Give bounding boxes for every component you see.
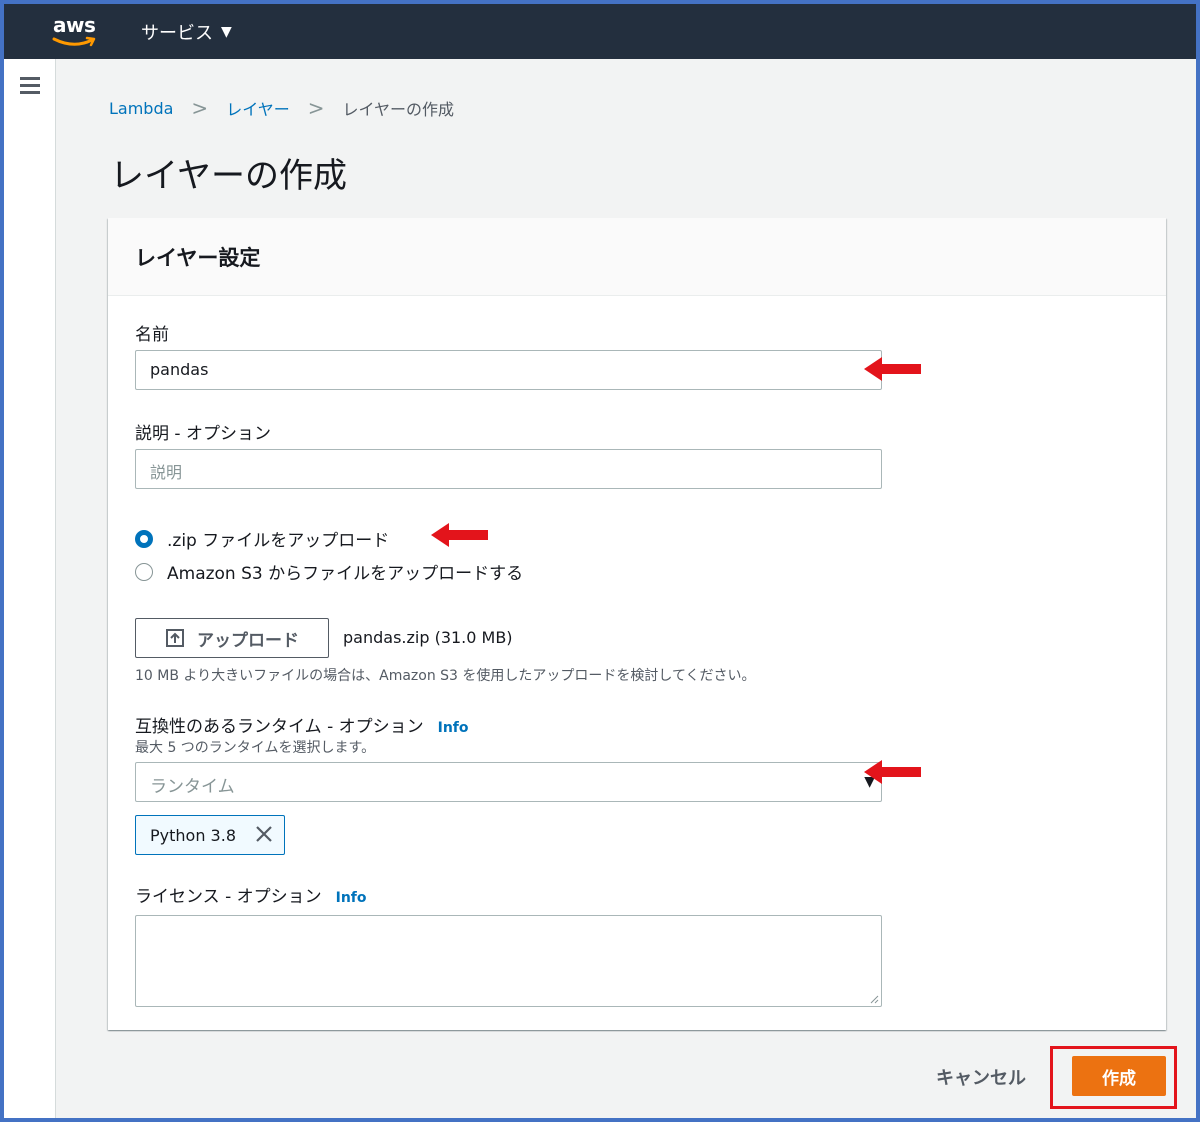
radio-upload-s3[interactable]: Amazon S3 からファイルをアップロードする bbox=[135, 559, 523, 584]
aws-smile-icon bbox=[52, 36, 96, 47]
page-title: レイヤーの作成 bbox=[110, 156, 347, 196]
close-icon[interactable] bbox=[254, 824, 274, 844]
radio-selected-icon bbox=[135, 529, 153, 548]
runtimes-info-link[interactable]: Info bbox=[438, 720, 469, 736]
radio-upload-zip[interactable]: .zip ファイルをアップロード bbox=[135, 526, 389, 551]
license-label-row: ライセンス - オプション Info bbox=[135, 882, 367, 907]
annotation-arrow-icon bbox=[431, 523, 488, 547]
annotation-arrow-icon bbox=[864, 760, 921, 784]
caret-down-icon: ▼ bbox=[221, 24, 232, 40]
aws-logo-text: aws bbox=[53, 13, 96, 37]
aws-logo[interactable]: aws bbox=[52, 13, 102, 51]
upload-hint: 10 MB より大きいファイルの場合は、Amazon S3 を使用したアップロー… bbox=[135, 668, 756, 684]
panel-title: レイヤー設定 bbox=[135, 246, 261, 270]
upload-icon bbox=[166, 629, 184, 647]
upload-button-label: アップロード bbox=[197, 630, 299, 651]
radio-unselected-icon bbox=[135, 562, 153, 581]
runtime-token-label: Python 3.8 bbox=[150, 825, 236, 845]
description-label: 説明 - オプション bbox=[135, 424, 271, 444]
panel-header: レイヤー設定 bbox=[108, 218, 1166, 296]
breadcrumb-lambda[interactable]: Lambda bbox=[109, 99, 173, 118]
menu-icon[interactable] bbox=[20, 77, 40, 94]
runtime-token: Python 3.8 bbox=[135, 815, 285, 855]
breadcrumb-current: レイヤーの作成 bbox=[342, 100, 455, 119]
create-button[interactable]: 作成 bbox=[1072, 1056, 1166, 1096]
runtimes-label: 互換性のあるランタイム - オプション bbox=[135, 717, 424, 737]
cancel-button[interactable]: キャンセル bbox=[936, 1064, 1026, 1090]
description-input[interactable]: 説明 bbox=[135, 449, 882, 489]
name-label: 名前 bbox=[135, 325, 169, 345]
breadcrumb: Lambda > レイヤー > レイヤーの作成 bbox=[109, 96, 454, 120]
license-textarea[interactable] bbox=[135, 915, 882, 1007]
license-info-link[interactable]: Info bbox=[336, 890, 367, 906]
radio-upload-s3-label: Amazon S3 からファイルをアップロードする bbox=[167, 564, 524, 584]
screenshot-frame: aws サービス ▼ Lambda > レイヤー > レイヤーの作成 レイヤーの… bbox=[0, 0, 1200, 1122]
resize-handle-icon[interactable] bbox=[869, 994, 879, 1004]
license-label: ライセンス - オプション bbox=[135, 887, 322, 907]
chevron-right-icon: > bbox=[307, 96, 325, 120]
breadcrumb-layers[interactable]: レイヤー bbox=[226, 96, 290, 120]
services-menu[interactable]: サービス ▼ bbox=[141, 19, 232, 45]
side-navigation-rail bbox=[4, 59, 56, 1118]
layer-settings-panel: レイヤー設定 名前 pandas 説明 - オプション 説明 .zip ファイル… bbox=[108, 218, 1166, 1030]
uploaded-file-name: pandas.zip (31.0 MB) bbox=[343, 628, 513, 647]
services-label: サービス bbox=[141, 23, 213, 44]
radio-upload-zip-label: .zip ファイルをアップロード bbox=[167, 531, 390, 551]
annotation-arrow-icon bbox=[864, 357, 921, 381]
chevron-right-icon: > bbox=[191, 96, 209, 120]
runtimes-label-row: 互換性のあるランタイム - オプション Info bbox=[135, 712, 469, 737]
upload-button[interactable]: アップロード bbox=[135, 618, 329, 658]
name-input[interactable]: pandas bbox=[135, 350, 882, 390]
top-navigation-bar: aws サービス ▼ bbox=[4, 4, 1196, 59]
runtimes-select[interactable]: ランタイム ▼ bbox=[135, 762, 882, 802]
runtimes-select-placeholder: ランタイム bbox=[150, 777, 235, 797]
runtimes-description: 最大 5 つのランタイムを選択します。 bbox=[135, 740, 376, 756]
